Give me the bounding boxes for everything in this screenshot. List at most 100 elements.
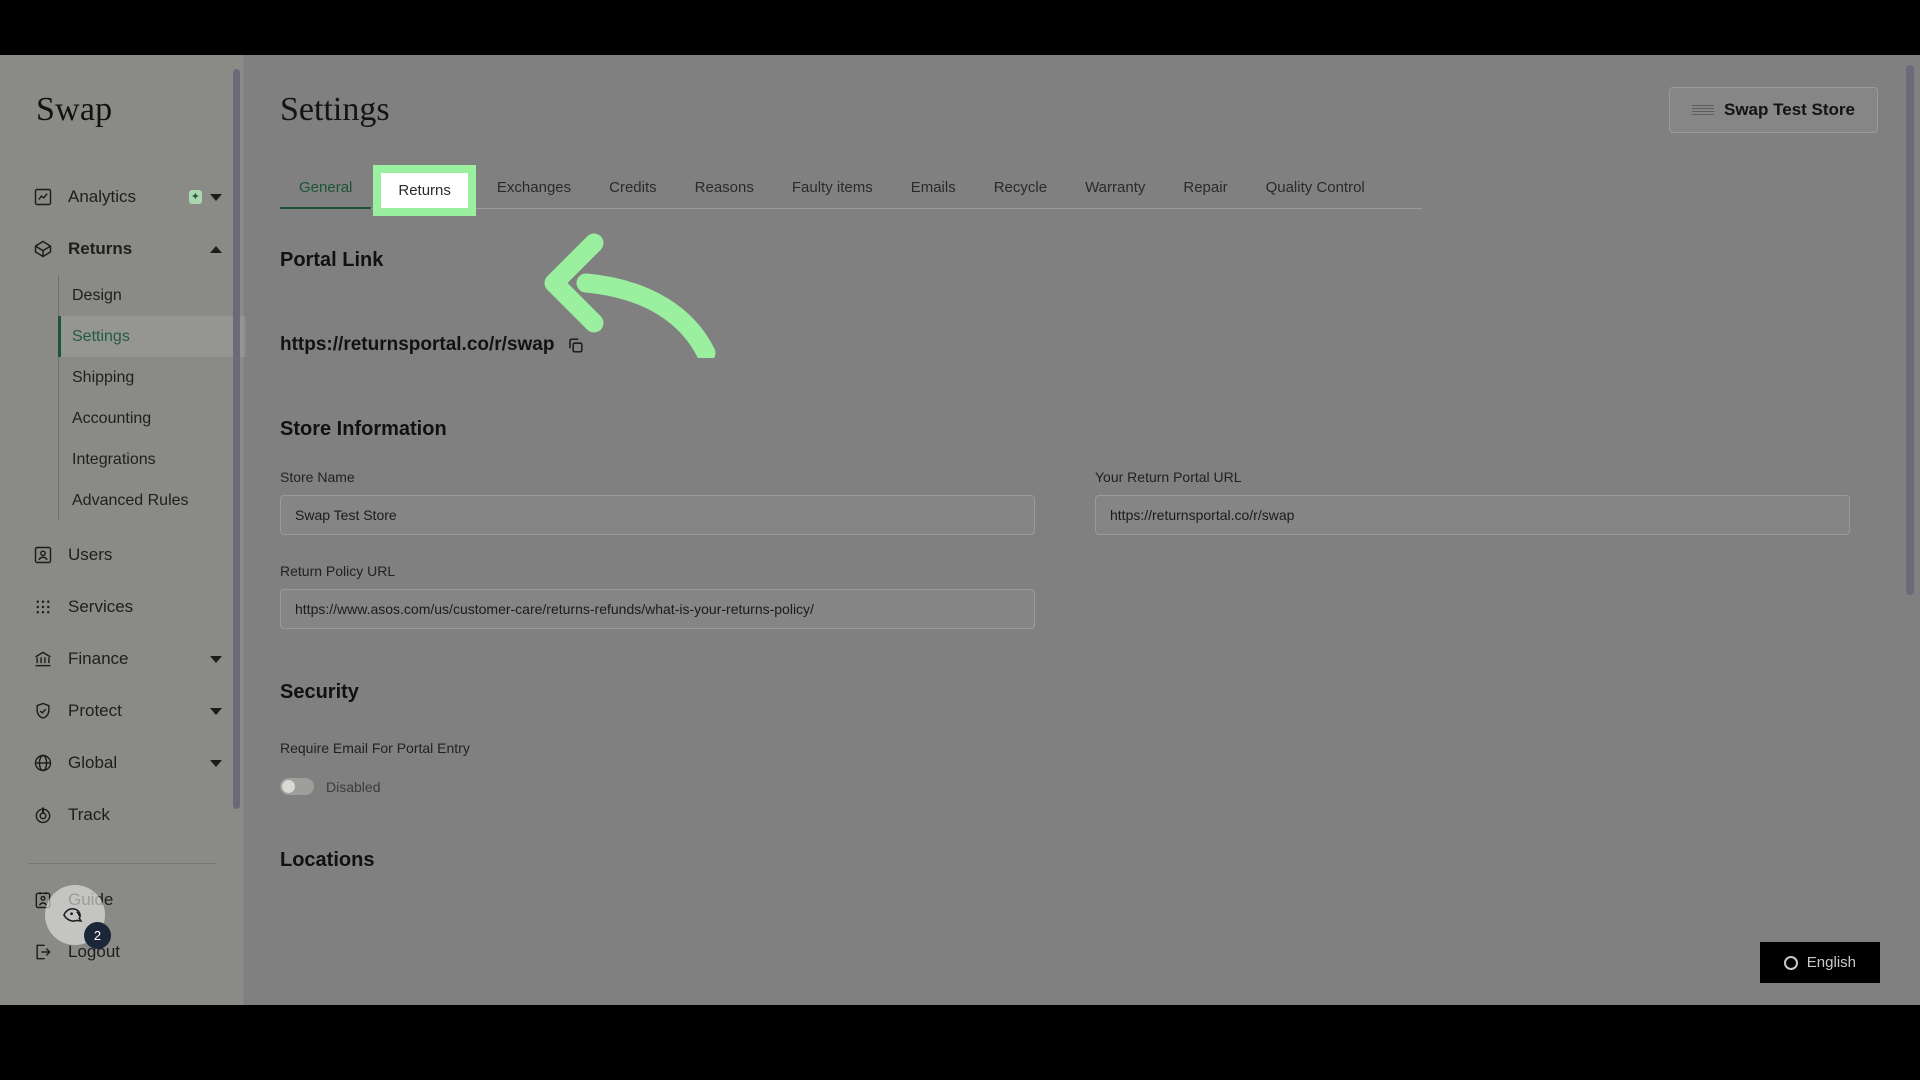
- tab-faulty-items[interactable]: Faulty items: [773, 169, 892, 208]
- field-spacer: [1095, 563, 1850, 629]
- sidebar-item-label: Global: [68, 753, 118, 772]
- require-email-toggle[interactable]: [280, 778, 314, 795]
- store-name-input[interactable]: [280, 495, 1035, 535]
- store-selector-button[interactable]: Swap Test Store: [1669, 87, 1878, 133]
- tab-credits[interactable]: Credits: [590, 169, 676, 208]
- portal-link-url: https://returnsportal.co/r/swap: [280, 334, 555, 355]
- returns-submenu: Design Settings Shipping Accounting Inte…: [58, 275, 246, 521]
- tab-repair[interactable]: Repair: [1164, 169, 1246, 208]
- sparkle-icon: ✦: [188, 190, 202, 204]
- tab-warranty[interactable]: Warranty: [1066, 169, 1164, 208]
- tab-recycle[interactable]: Recycle: [975, 169, 1066, 208]
- sidebar-item-guide[interactable]: Guide: [0, 874, 244, 926]
- tab-label: Returns: [398, 182, 451, 199]
- chat-widget-button[interactable]: 2: [45, 885, 111, 949]
- sidebar-item-track[interactable]: Track: [0, 789, 244, 841]
- chevron-down-icon[interactable]: [210, 707, 222, 715]
- sidebar-scrollbar-thumb[interactable]: [233, 69, 240, 809]
- sidebar-subitem-label: Shipping: [72, 368, 135, 386]
- settings-general-panel: Portal Link https://returnsportal.co/r/s…: [245, 209, 1920, 872]
- tab-emails[interactable]: Emails: [892, 169, 975, 208]
- sidebar-item-settings[interactable]: Settings: [58, 316, 246, 357]
- package-icon: [32, 238, 54, 260]
- sidebar-item-label: Returns: [68, 239, 133, 258]
- main-scrollbar[interactable]: [1906, 65, 1914, 625]
- chevron-down-icon[interactable]: [210, 759, 222, 767]
- field-return-policy-url: Return Policy URL: [280, 563, 1035, 629]
- sidebar-item-shipping[interactable]: Shipping: [58, 357, 246, 398]
- chevron-down-icon[interactable]: [210, 193, 222, 201]
- sidebar-item-integrations[interactable]: Integrations: [58, 439, 246, 480]
- language-label: English: [1806, 954, 1856, 971]
- sidebar-subitem-label: Integrations: [72, 450, 156, 468]
- tab-label: Faulty items: [791, 179, 873, 196]
- sidebar-subitem-label: Settings: [72, 327, 130, 345]
- sidebar-item-returns[interactable]: Returns: [0, 223, 244, 275]
- page-title: Settings: [280, 91, 390, 128]
- settings-tabs: General Returns Exchanges Credits Reason…: [280, 169, 1422, 209]
- store-logo-icon: [1692, 105, 1714, 115]
- sidebar-item-label: Finance: [68, 649, 129, 668]
- tab-reasons[interactable]: Reasons: [676, 169, 773, 208]
- sidebar-item-analytics[interactable]: Analytics ✦: [0, 171, 244, 223]
- sidebar-item-design[interactable]: Design: [58, 275, 246, 316]
- page-header: Settings Swap Test Store: [245, 55, 1920, 133]
- field-label: Return Policy URL: [280, 563, 396, 579]
- sidebar-item-logout[interactable]: Logout: [0, 926, 244, 978]
- sidebar-item-users[interactable]: Users: [0, 529, 244, 581]
- field-label: Store Name: [280, 469, 355, 485]
- tab-label: Repair: [1183, 179, 1228, 196]
- sidebar-item-label: Users: [68, 545, 113, 564]
- copy-icon[interactable]: [566, 336, 585, 355]
- portal-link-row: https://returnsportal.co/r/swap: [280, 334, 1878, 356]
- sidebar-item-global[interactable]: Global: [0, 737, 244, 789]
- sidebar-bottom-nav: Guide Logout: [0, 874, 244, 978]
- tab-label: Quality Control: [1265, 179, 1365, 196]
- sidebar-item-finance[interactable]: Finance: [0, 633, 244, 685]
- tab-label: General: [299, 179, 353, 196]
- brand-logo[interactable]: Swap: [0, 55, 244, 129]
- sidebar-subitem-label: Accounting: [72, 409, 152, 427]
- track-icon: [32, 804, 54, 826]
- store-selector-label: Swap Test Store: [1724, 100, 1855, 119]
- return-portal-url-input[interactable]: [1095, 495, 1850, 535]
- require-email-label: Require Email For Portal Entry: [280, 740, 470, 756]
- tab-label: Credits: [609, 179, 657, 196]
- tab-label: Recycle: [993, 179, 1048, 196]
- tab-label: Emails: [910, 179, 956, 196]
- sidebar-subitem-label: Design: [72, 286, 122, 304]
- sidebar-item-label: Analytics: [68, 187, 137, 206]
- chart-icon: [32, 186, 54, 208]
- globe-ring-icon: [1783, 955, 1798, 970]
- store-information-fields: Store Name Your Return Portal URL Return…: [280, 469, 1878, 629]
- tab-quality-control[interactable]: Quality Control: [1247, 169, 1384, 208]
- sidebar: Swap Analytics ✦ Returns Design Settings…: [0, 55, 246, 1005]
- field-label: Your Return Portal URL: [1095, 469, 1242, 485]
- chevron-up-icon[interactable]: [210, 245, 222, 253]
- main-scrollbar-thumb[interactable]: [1906, 65, 1914, 595]
- sidebar-item-accounting[interactable]: Accounting: [58, 398, 246, 439]
- tab-label: Warranty: [1085, 179, 1146, 196]
- user-card-icon: [32, 544, 54, 566]
- grid-dots-icon: [32, 596, 54, 618]
- sidebar-item-services[interactable]: Services: [0, 581, 244, 633]
- security-heading: Security: [280, 681, 359, 703]
- tab-label: Exchanges: [496, 179, 572, 196]
- logout-icon: [32, 941, 54, 963]
- locations-heading: Locations: [280, 849, 375, 871]
- shield-check-icon: [32, 700, 54, 722]
- sidebar-nav: Analytics ✦ Returns Design Settings Ship…: [0, 171, 246, 978]
- sidebar-item-protect[interactable]: Protect: [0, 685, 244, 737]
- tab-general[interactable]: General: [280, 169, 372, 209]
- return-policy-url-input[interactable]: [280, 589, 1035, 629]
- toggle-knob: [282, 780, 295, 793]
- field-return-portal-url: Your Return Portal URL: [1095, 469, 1850, 535]
- tab-returns[interactable]: Returns: [381, 173, 468, 208]
- sidebar-scrollbar[interactable]: [233, 69, 240, 929]
- language-selector[interactable]: English: [1759, 942, 1880, 983]
- sidebar-item-advanced-rules[interactable]: Advanced Rules: [58, 480, 246, 521]
- sidebar-item-label: Protect: [68, 701, 122, 720]
- tab-exchanges[interactable]: Exchanges: [478, 169, 590, 208]
- chevron-down-icon[interactable]: [210, 655, 222, 663]
- main-content: Settings Swap Test Store General Returns…: [245, 55, 1920, 1005]
